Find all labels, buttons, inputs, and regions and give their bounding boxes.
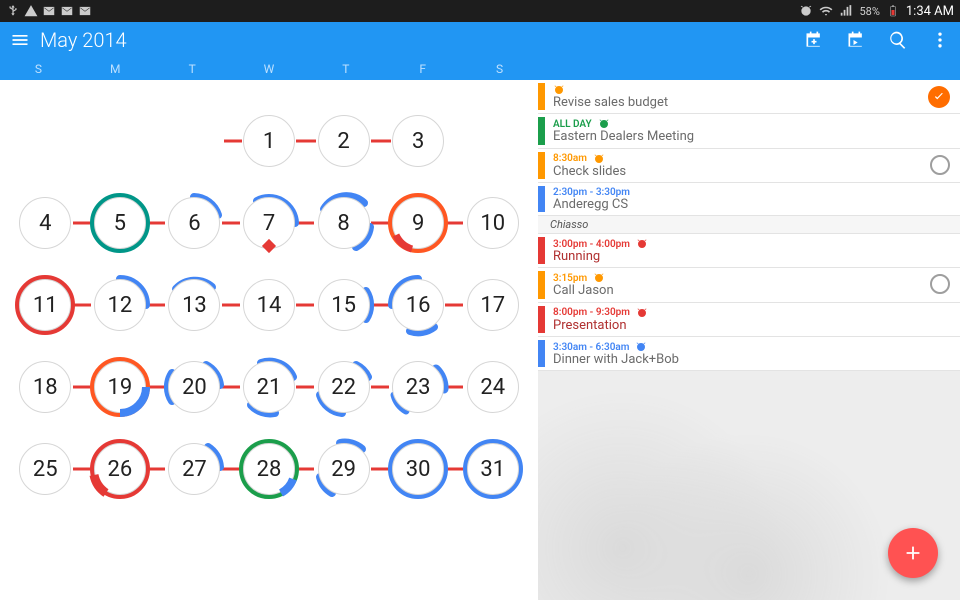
agenda-group-label: Chiasso [538, 216, 960, 234]
color-stripe [538, 186, 545, 212]
agenda-item[interactable]: 2:30pm - 3:30pmAnderegg CS [538, 183, 960, 216]
color-stripe [538, 83, 545, 110]
month-grid: 1 2 3 4 5 6 7 8 [0, 80, 538, 520]
signal-icon [839, 4, 853, 18]
day-cell[interactable]: 15 [318, 279, 370, 331]
agenda-pane: Revise sales budget ALL DAY Eastern Deale… [538, 58, 960, 600]
day-cell[interactable]: 14 [243, 279, 295, 331]
color-stripe [538, 271, 545, 298]
weekday-label: T [307, 58, 384, 80]
event-title: Check slides [553, 165, 626, 179]
android-status-bar: 58% 1:34 AM [0, 0, 960, 22]
agenda-list[interactable]: Revise sales budget ALL DAY Eastern Deale… [538, 80, 960, 371]
battery-pct-label: 58% [859, 5, 879, 18]
agenda-item[interactable]: 8:00pm - 9:30pm Presentation [538, 303, 960, 337]
day-cell[interactable]: 3 [392, 115, 444, 167]
day-cell[interactable]: 8 [318, 197, 370, 249]
day-cell[interactable]: 12 [94, 279, 146, 331]
day-cell[interactable]: 1 [243, 115, 295, 167]
weekday-header: S M T W T F S [0, 58, 538, 80]
day-cell[interactable]: 30 [392, 443, 444, 495]
day-cell[interactable]: 4 [19, 197, 71, 249]
day-cell[interactable]: 21 [243, 361, 295, 413]
mail-icon [42, 4, 56, 18]
agenda-item[interactable]: 8:30am Check slides [538, 149, 960, 183]
day-cell[interactable]: 24 [467, 361, 519, 413]
check-icon[interactable] [928, 86, 950, 108]
goto-today-icon[interactable] [846, 30, 866, 50]
weekday-label: F [384, 58, 461, 80]
wifi-icon [819, 4, 833, 18]
event-title: Running [553, 250, 648, 264]
todo-circle[interactable] [930, 155, 950, 175]
calendar-pane: S M T W T F S 1 2 3 4 5 6 [0, 58, 538, 600]
event-title: Presentation [553, 319, 648, 333]
todo-circle[interactable] [930, 274, 950, 294]
clock-label: 1:34 AM [906, 4, 954, 19]
color-stripe [538, 152, 545, 179]
event-time: 8:30am [553, 153, 626, 165]
warning-icon [24, 4, 38, 18]
alarm-icon [799, 4, 813, 18]
day-cell[interactable]: 29 [318, 443, 370, 495]
agenda-item[interactable]: ALL DAY Eastern Dealers Meeting [538, 114, 960, 148]
event-time: 8:00pm - 9:30pm [553, 307, 648, 319]
day-cell[interactable]: 2 [318, 115, 370, 167]
color-stripe [538, 340, 545, 367]
event-title: Revise sales budget [553, 96, 668, 110]
usb-icon [6, 4, 20, 18]
app-bar: May 2014 [0, 22, 960, 58]
event-title: Call Jason [553, 284, 614, 298]
event-title: Dinner with Jack+Bob [553, 353, 679, 367]
weekday-label: W [231, 58, 308, 80]
event-title: Anderegg CS [553, 198, 630, 212]
day-cell[interactable]: 5 [94, 197, 146, 249]
day-cell[interactable]: 17 [467, 279, 519, 331]
new-event-icon[interactable] [804, 30, 824, 50]
weekday-label: M [77, 58, 154, 80]
day-cell[interactable]: 22 [318, 361, 370, 413]
agenda-item[interactable]: Revise sales budget [538, 80, 960, 114]
day-cell[interactable]: 23 [392, 361, 444, 413]
agenda-item[interactable]: 3:30am - 6:30am Dinner with Jack+Bob [538, 337, 960, 371]
search-icon[interactable] [888, 30, 908, 50]
add-event-fab[interactable] [888, 528, 938, 578]
day-cell[interactable]: 16 [392, 279, 444, 331]
color-stripe [538, 117, 545, 144]
page-title[interactable]: May 2014 [40, 28, 127, 52]
weekday-label: S [0, 58, 77, 80]
mail-icon [60, 4, 74, 18]
event-title: Eastern Dealers Meeting [553, 130, 694, 144]
day-cell[interactable]: 31 [467, 443, 519, 495]
agenda-header-strip [538, 58, 960, 80]
color-stripe [538, 306, 545, 333]
day-cell[interactable]: 18 [19, 361, 71, 413]
agenda-item[interactable]: 3:00pm - 4:00pm Running [538, 234, 960, 268]
overflow-icon[interactable] [930, 30, 950, 50]
mail-icon [78, 4, 92, 18]
day-cell[interactable]: 11 [19, 279, 71, 331]
day-cell[interactable]: 25 [19, 443, 71, 495]
weekday-label: S [461, 58, 538, 80]
menu-icon[interactable] [10, 30, 30, 50]
battery-icon [886, 4, 900, 18]
agenda-item[interactable]: 3:15pm Call Jason [538, 268, 960, 302]
weekday-label: T [154, 58, 231, 80]
color-stripe [538, 237, 545, 264]
day-cell[interactable]: 10 [467, 197, 519, 249]
